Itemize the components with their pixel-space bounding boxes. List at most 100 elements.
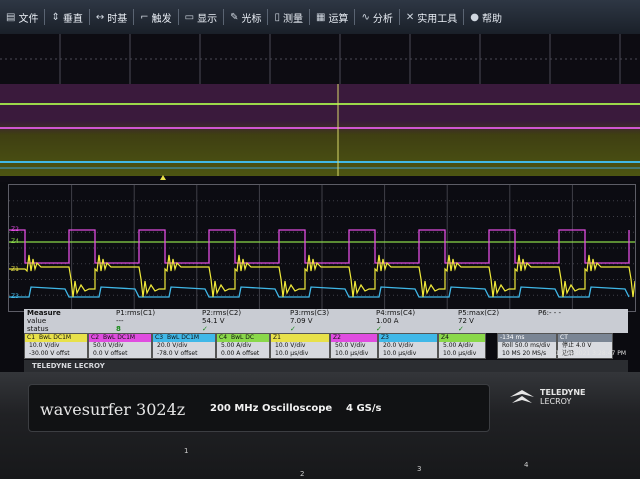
timebase-rate: 10 MS 20 MS/s [502,350,547,357]
menu-label: 显示 [197,13,218,25]
channel-scale: 50.0 V/div [93,342,124,349]
menu-item-10[interactable]: ● 帮助 [464,4,508,30]
channel-button-label-1: 1 [184,447,189,455]
channel-offset: -78.0 V offset [157,350,198,357]
timebase-scale: Roll 50.0 ms/div [502,342,551,349]
channel-header: Z1 [271,334,329,342]
channel-box-c4[interactable]: C4 BwL DC 5.00 A/div 0.00 A offset [216,333,270,359]
measure-status-p5: ✓ [458,325,464,333]
measure-value-p2: 54.1 V [202,317,225,325]
channel-header: Z3 [379,334,437,342]
channel-header: C3 BwL DC1M [153,334,215,342]
trigger-position-icon[interactable] [160,175,166,180]
display-icon: ▭ [184,11,195,23]
menu-item-3[interactable]: ⌐ 触发 [134,4,177,30]
measure-table[interactable]: Measure value status P1:rms(C1) --- 8 P2:rm… [24,309,628,333]
trace-marker-z4[interactable]: Z4 [11,238,19,245]
measure-value-p4: 1.00 A [376,317,399,325]
measure-name-p6: P6:- - - [538,309,562,317]
measure-name-p3: P3:rms(C3) [290,309,330,317]
file-icon: ▤ [6,11,16,23]
menu-item-2[interactable]: ↔ 时基 [90,4,133,30]
trigger-state: 停止 4.0 V [562,342,592,349]
menu-item-7[interactable]: ▦ 运算 [310,4,354,30]
spec-bandwidth: 200 MHz Oscilloscope [210,403,333,414]
vertical-icon: ⇕ [51,11,60,23]
channel-box-z4[interactable]: Z4 5.00 A/div 10.0 µs/div [438,333,486,359]
measure-value-p3: 7.09 V [290,317,313,325]
channel-box-z2[interactable]: Z2 50.0 V/div 10.0 µs/div [330,333,378,359]
channel-box-z3[interactable]: Z3 20.0 V/div 10.0 µs/div [378,333,438,359]
measure-status-p1: 8 [116,325,121,333]
waveform-grid[interactable]: Z2 Z4 Z1 Z3 [8,184,640,312]
math-icon: ▦ [315,11,326,23]
measure-icon: ▯ [274,11,280,23]
menu-item-6[interactable]: ▯ 测量 [268,4,309,30]
menu-label: 文件 [18,13,39,25]
menu-bar: ▤ 文件 ⇕ 垂直 ↔ 时基 ⌐ 触发 ▭ 显示 ✎ 光标 ▯ 测量 ▦ 运算 ∿ 分析 ✕ 实用工具 ● 帮助 [0,0,640,34]
menu-label: 测量 [282,13,303,25]
oscilloscope-screen: ▤ 文件 ⇕ 垂直 ↔ 时基 ⌐ 触发 ▭ 显示 ✎ 光标 ▯ 测量 ▦ 运算 ∿ 分析 ✕ 实用工具 ● 帮助 Z2 Z4… [0,0,640,372]
channel-header: C2 BwL DC1M [89,334,151,342]
menu-item-5[interactable]: ✎ 光标 [224,4,267,30]
trace-marker-z3[interactable]: Z3 [11,293,19,300]
measure-value-p1: --- [116,317,124,325]
help-icon: ● [470,11,479,23]
cursor-icon: ✎ [230,11,239,23]
measure-status-p3: ✓ [290,325,296,333]
menu-item-9[interactable]: ✕ 实用工具 [400,4,463,30]
channel-scale: 5.00 A/div [443,342,474,349]
channel-box-c2[interactable]: C2 BwL DC1M 50.0 V/div 0.0 V offset [88,333,152,359]
trace-marker-z2[interactable]: Z2 [11,226,19,233]
trigger-label: CT [558,334,612,342]
timebase-icon: ↔ [95,11,105,23]
channel-scale: 50.0 V/div [335,342,366,349]
channel-button-label-4: 4 [524,461,529,469]
channel-offset: 10.0 µs/div [383,350,417,357]
measure-name-p1: P1:rms(C1) [116,309,156,317]
measure-value-p5: 72 V [458,317,474,325]
measure-name-p5: P5:max(C2) [458,309,500,317]
menu-label: 光标 [241,13,262,25]
channel-header: C1 BwL DC1M [25,334,87,342]
menu-item-4[interactable]: ▭ 显示 [179,4,223,30]
menu-label: 触发 [151,13,172,25]
datetime: 12/24/2021 3:28:47 PM [555,350,626,357]
channel-offset: 0.0 V offset [93,350,128,357]
menu-item-8[interactable]: ∿ 分析 [355,4,398,30]
channel-scale: 10.0 V/div [29,342,60,349]
channel-box-z1[interactable]: Z1 10.0 V/div 10.0 µs/div [270,333,330,359]
overview-grid [0,34,640,84]
channel-offset: 10.0 µs/div [443,350,477,357]
channel-scale: 5.00 A/div [221,342,252,349]
channel-header: Z2 [331,334,377,342]
utilities-icon: ✕ [405,11,415,23]
channel-header: Z4 [439,334,485,342]
channel-box-c1[interactable]: C1 BwL DC1M 10.0 V/div -30.00 V offst [24,333,88,359]
waveform-plot: Z2 Z4 Z1 Z3 [9,185,640,311]
analysis-icon: ∿ [361,11,370,23]
trace-marker-z1[interactable]: Z1 [11,266,19,273]
menu-label: 帮助 [481,13,502,25]
channel-box-c3[interactable]: C3 BwL DC1M 20.0 V/div -78.0 V offset [152,333,216,359]
channel-offset: 0.00 A offset [221,350,260,357]
channel-scale: 20.0 V/div [383,342,414,349]
teledyne-logo: TELEDYNE LECROY [510,388,586,406]
menu-label: 运算 [328,13,349,25]
measure-status-p2: ✓ [202,325,208,333]
menu-label: 垂直 [62,13,83,25]
channel-scale: 10.0 V/div [275,342,306,349]
channel-offset: 10.0 µs/div [275,350,309,357]
trace-z2 [9,229,630,264]
measure-row-label-value: value [27,317,47,325]
channel-scale: 20.0 V/div [157,342,188,349]
channel-header: C4 BwL DC [217,334,269,342]
menu-label: 实用工具 [417,13,458,25]
timebase-descriptor[interactable]: -134 ms Roll 50.0 ms/div 10 MS 20 MS/s [497,333,557,359]
menu-label: 分析 [372,13,393,25]
menu-item-1[interactable]: ⇕ 垂直 [45,4,88,30]
roll-traces [0,84,640,180]
menu-item-0[interactable]: ▤ 文件 [0,4,44,30]
measure-row-label-status: status [27,325,49,333]
channel-offset: 10.0 µs/div [335,350,369,357]
